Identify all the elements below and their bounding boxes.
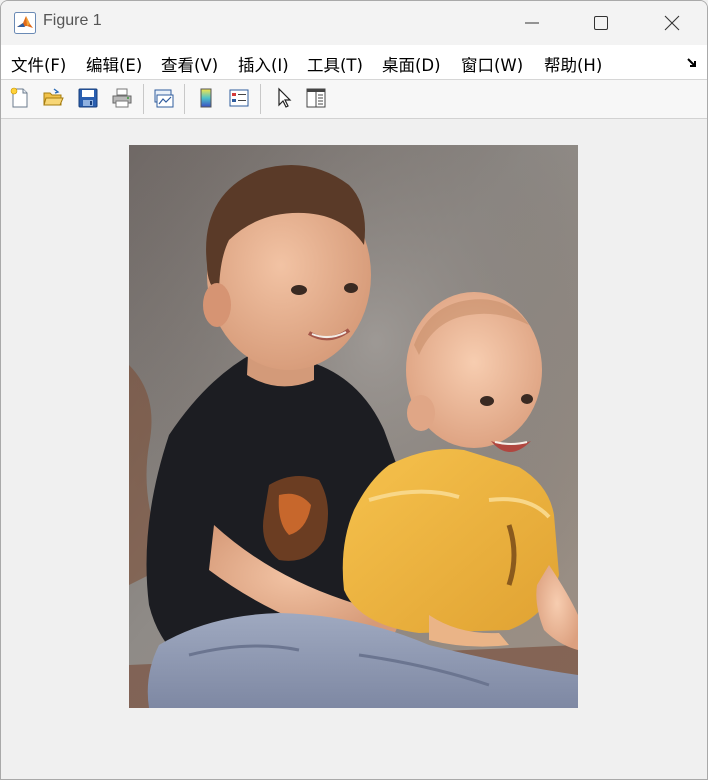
matlab-logo-icon — [14, 12, 36, 34]
insert-legend-button[interactable] — [226, 85, 252, 111]
new-figure-button[interactable] — [7, 85, 33, 111]
insert-colorbar-button[interactable] — [193, 85, 219, 111]
photo-two-children — [129, 145, 578, 708]
menu-file[interactable]: 文件(F) — [11, 52, 66, 76]
insert-legend-icon — [229, 89, 249, 107]
close-icon — [664, 15, 680, 31]
pointer-button[interactable] — [271, 85, 297, 111]
toolbar-separator — [143, 84, 144, 114]
open-file-icon — [43, 88, 64, 106]
link-plot-button[interactable] — [151, 85, 177, 111]
menu-edit[interactable]: 编辑(E) — [86, 52, 142, 76]
insert-colorbar-icon — [200, 88, 212, 108]
menu-desktop[interactable]: 桌面(D) — [382, 52, 441, 76]
property-inspector-icon — [306, 88, 326, 108]
dock-arrow-icon[interactable] — [687, 57, 699, 69]
menu-view[interactable]: 查看(V) — [161, 52, 218, 76]
property-inspector-button[interactable] — [303, 85, 329, 111]
minimize-icon — [525, 22, 539, 24]
print-button[interactable] — [109, 85, 135, 111]
maximize-icon — [594, 16, 608, 30]
figure-toolbar — [1, 80, 707, 119]
minimize-button[interactable] — [497, 1, 567, 45]
window-title: Figure 1 — [43, 12, 102, 29]
new-figure-icon — [10, 87, 28, 108]
menu-bar: 文件(F) 编辑(E) 查看(V) 插入(I) 工具(T) 桌面(D) 窗口(W… — [1, 45, 707, 80]
close-button[interactable] — [637, 1, 707, 45]
menu-tools[interactable]: 工具(T) — [307, 52, 363, 76]
open-file-button[interactable] — [40, 85, 66, 111]
title-bar: Figure 1 — [1, 1, 707, 45]
menu-help[interactable]: 帮助(H) — [544, 52, 602, 76]
toolbar-separator — [184, 84, 185, 114]
link-plot-icon — [154, 89, 174, 108]
toolbar-separator — [260, 84, 261, 114]
menu-insert[interactable]: 插入(I) — [238, 52, 289, 76]
pointer-icon — [278, 87, 292, 108]
print-icon — [112, 88, 132, 108]
save-button[interactable] — [75, 85, 101, 111]
maximize-button[interactable] — [566, 1, 636, 45]
image-axes[interactable] — [129, 145, 578, 708]
save-icon — [78, 88, 98, 108]
menu-window[interactable]: 窗口(W) — [461, 52, 523, 76]
